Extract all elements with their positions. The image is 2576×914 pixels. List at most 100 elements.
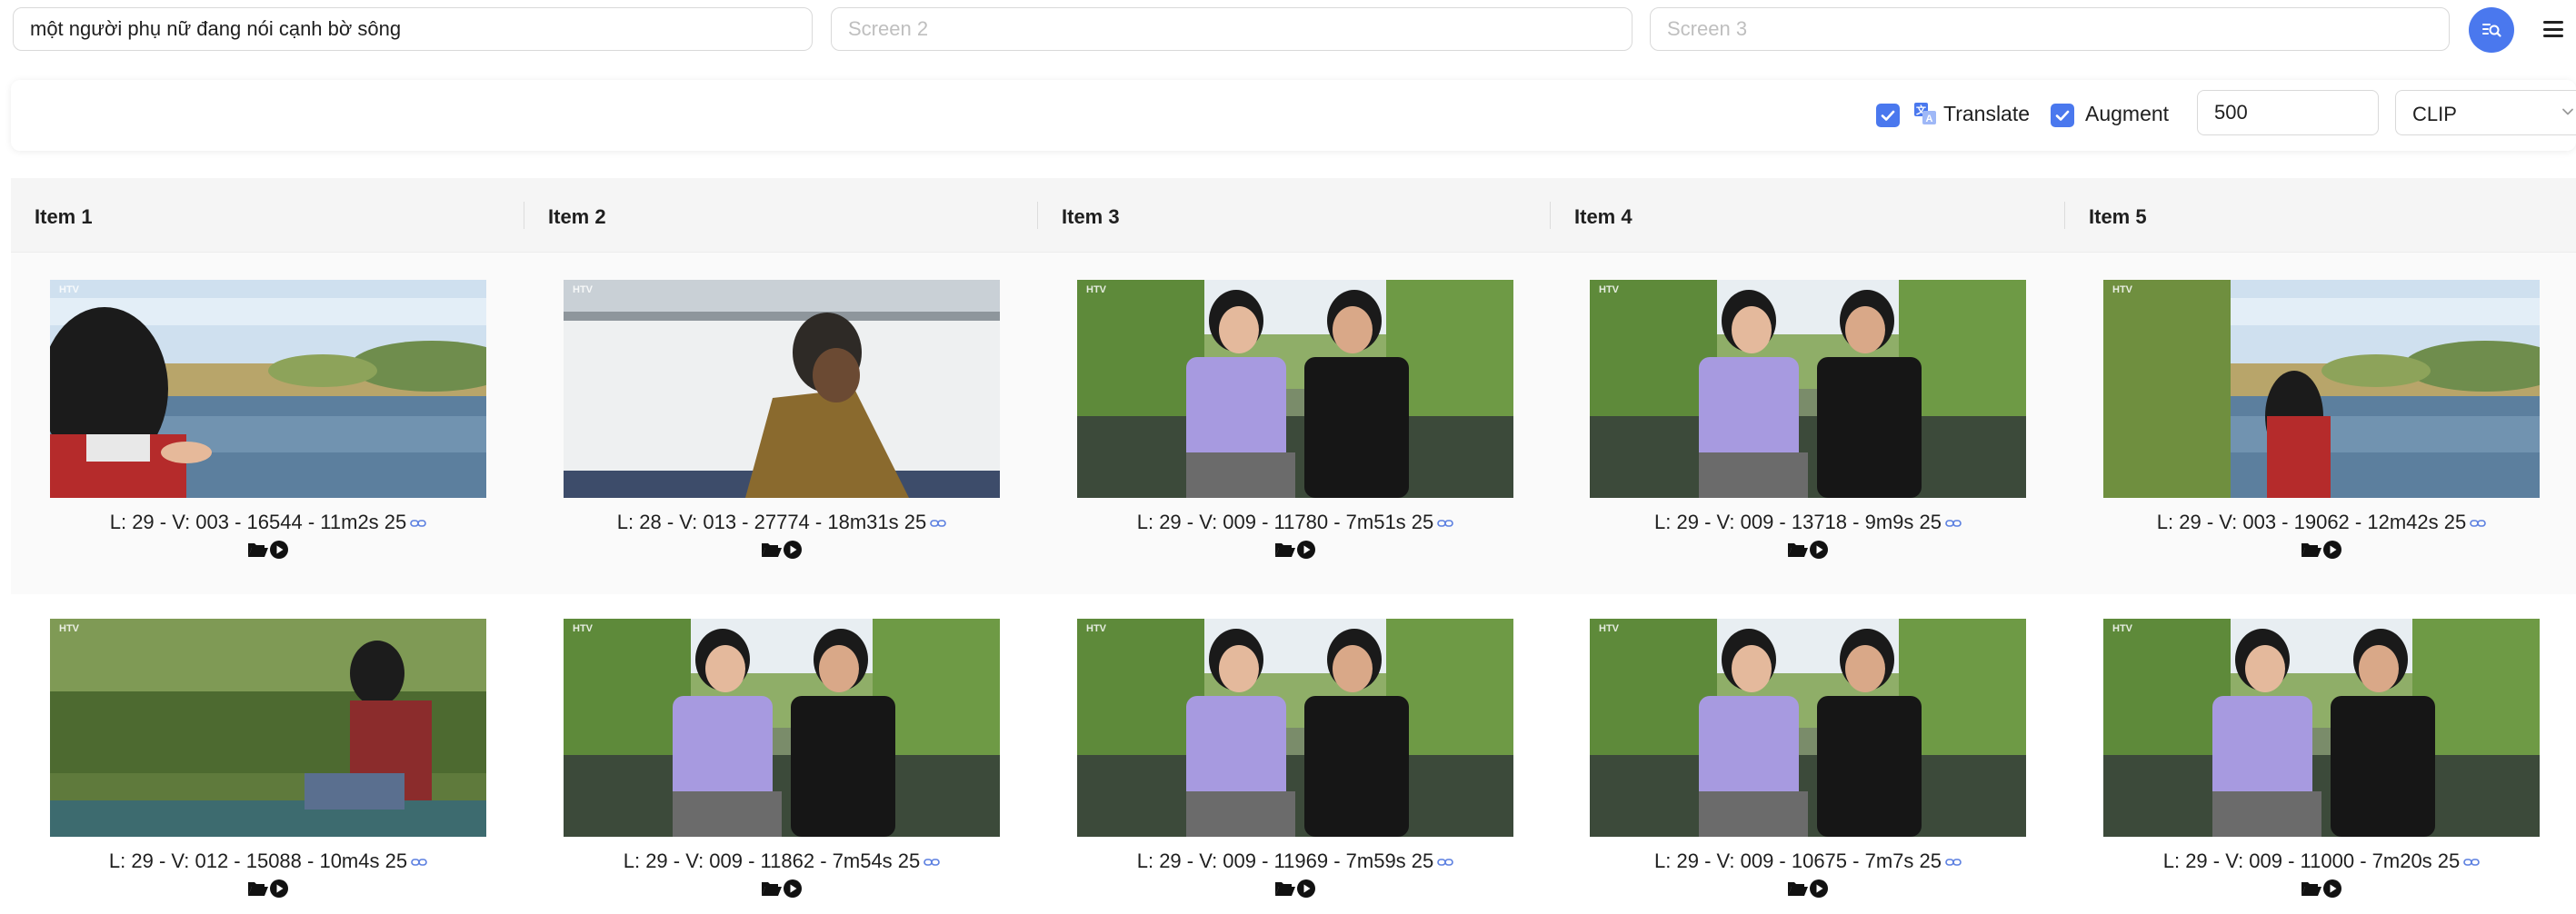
result-actions [2103,879,2540,899]
result-thumbnail[interactable]: HTV [50,619,486,837]
result-item: HTV L: 29 - V: 003 - 19062 - 12m42s 25 [2103,253,2540,594]
folder-open-icon[interactable] [1274,540,1296,560]
folder-open-icon[interactable] [1787,540,1809,560]
result-thumbnail[interactable]: HTV [564,619,1000,837]
result-thumbnail[interactable]: HTV [2103,619,2540,837]
column-header-1: Item 1 [35,205,93,228]
result-actions [564,879,1000,899]
augment-label: Augment [2085,102,2170,125]
play-circle-icon[interactable] [269,540,289,560]
folder-open-icon[interactable] [761,879,783,899]
svg-text:HTV: HTV [1086,284,1107,295]
link-icon[interactable] [1437,857,1454,868]
result-thumbnail[interactable]: HTV [1590,280,2026,498]
result-caption-text: L: 29 - V: 012 - 15088 - 10m4s 25 [108,849,408,872]
result-caption-text: L: 29 - V: 009 - 11000 - 7m20s 25 [2162,849,2461,872]
result-actions [1590,540,2026,560]
folder-open-icon[interactable] [2301,540,2322,560]
link-icon[interactable] [411,857,427,868]
model-select[interactable]: CLIP [2395,90,2576,135]
link-icon[interactable] [2470,518,2487,529]
result-item: HTV L: 29 - V: 009 - 11862 - 7m54s 25 [564,594,1000,914]
result-item: HTV L: 29 - V: 009 - 13718 - 9m9s 25 [1590,253,2026,594]
result-actions [50,879,486,899]
result-caption: L: 29 - V: 009 - 11862 - 7m54s 25 [527,849,1036,873]
search-button[interactable] [2469,7,2514,53]
result-thumbnail[interactable]: HTV [2103,280,2540,498]
svg-text:HTV: HTV [573,623,594,634]
result-thumbnail[interactable]: HTV [564,280,1000,498]
result-thumbnail[interactable]: HTV [1077,619,1513,837]
column-divider [2064,202,2065,229]
svg-text:A: A [1926,114,1933,124]
play-circle-icon[interactable] [269,879,289,899]
svg-text:HTV: HTV [1599,623,1620,634]
result-actions [2103,540,2540,560]
augment-checkbox[interactable] [2051,104,2074,127]
result-actions [564,540,1000,560]
search-options-panel: 文 A Translate Augment CLIP [11,80,2576,151]
results-header: Item 1 Item 2 Item 3 Item 4 Item 5 [11,178,2576,253]
column-header-4: Item 4 [1574,205,1632,228]
chevron-down-icon [2562,108,2573,115]
top-k-input[interactable] [2197,90,2379,135]
query-input-3[interactable] [1650,7,2450,51]
result-caption: L: 29 - V: 012 - 15088 - 10m4s 25 [14,849,523,873]
results-row-2: HTV L: 29 - V: 012 - 15088 - 10m4s 25 HTV L… [11,594,2576,914]
svg-text:HTV: HTV [1086,623,1107,634]
svg-text:HTV: HTV [2112,284,2133,295]
column-divider [1037,202,1038,229]
folder-open-icon[interactable] [1274,879,1296,899]
result-caption-text: L: 29 - V: 009 - 13718 - 9m9s 25 [1654,511,1942,533]
folder-open-icon[interactable] [247,540,269,560]
result-item: HTV L: 29 - V: 009 - 11780 - 7m51s 25 [1077,253,1513,594]
translate-icon: 文 A [1914,103,1936,124]
result-caption: L: 29 - V: 003 - 19062 - 12m42s 25 [2067,511,2576,534]
hamburger-menu-icon[interactable] [2540,15,2567,43]
result-thumbnail[interactable]: HTV [1590,619,2026,837]
column-header-2: Item 2 [548,205,606,228]
result-item: HTV L: 29 - V: 009 - 11969 - 7m59s 25 [1077,594,1513,914]
result-actions [50,540,486,560]
result-item: HTV L: 29 - V: 009 - 10675 - 7m7s 25 [1590,594,2026,914]
link-icon[interactable] [1945,857,1962,868]
query-input-2[interactable] [831,7,1632,51]
link-icon[interactable] [924,857,941,868]
folder-open-icon[interactable] [247,879,269,899]
play-circle-icon[interactable] [783,879,803,899]
folder-open-icon[interactable] [761,540,783,560]
result-thumbnail[interactable]: HTV [1077,280,1513,498]
link-icon[interactable] [930,518,947,529]
folder-open-icon[interactable] [2301,879,2322,899]
folder-open-icon[interactable] [1787,879,1809,899]
link-icon[interactable] [2463,857,2481,868]
play-circle-icon[interactable] [1296,879,1316,899]
translate-checkbox[interactable] [1876,104,1900,127]
svg-text:HTV: HTV [59,623,80,634]
result-item: HTV L: 29 - V: 003 - 16544 - 11m2s 25 [50,253,486,594]
model-select-value: CLIP [2412,103,2457,125]
play-circle-icon[interactable] [1809,540,1829,560]
query-input-1[interactable] [13,7,813,51]
result-thumbnail[interactable]: HTV [50,280,486,498]
result-caption-text: L: 29 - V: 003 - 16544 - 11m2s 25 [109,511,407,533]
result-caption-text: L: 28 - V: 013 - 27774 - 18m31s 25 [616,511,927,533]
result-caption: L: 29 - V: 009 - 13718 - 9m9s 25 [1553,511,2062,534]
result-caption: L: 29 - V: 009 - 11969 - 7m59s 25 [1041,849,1550,873]
search-list-icon [2482,24,2501,37]
play-circle-icon[interactable] [783,540,803,560]
svg-text:HTV: HTV [2112,623,2133,634]
result-caption: L: 29 - V: 003 - 16544 - 11m2s 25 [14,511,523,534]
link-icon[interactable] [1437,518,1454,529]
link-icon[interactable] [410,518,427,529]
result-caption-text: L: 29 - V: 009 - 10675 - 7m7s 25 [1654,849,1942,872]
svg-text:HTV: HTV [59,284,80,295]
play-circle-icon[interactable] [1296,540,1316,560]
play-circle-icon[interactable] [2322,879,2342,899]
column-header-3: Item 3 [1062,205,1120,228]
result-caption-text: L: 29 - V: 009 - 11862 - 7m54s 25 [623,849,921,872]
play-circle-icon[interactable] [1809,879,1829,899]
svg-text:HTV: HTV [1599,284,1620,295]
link-icon[interactable] [1945,518,1962,529]
play-circle-icon[interactable] [2322,540,2342,560]
